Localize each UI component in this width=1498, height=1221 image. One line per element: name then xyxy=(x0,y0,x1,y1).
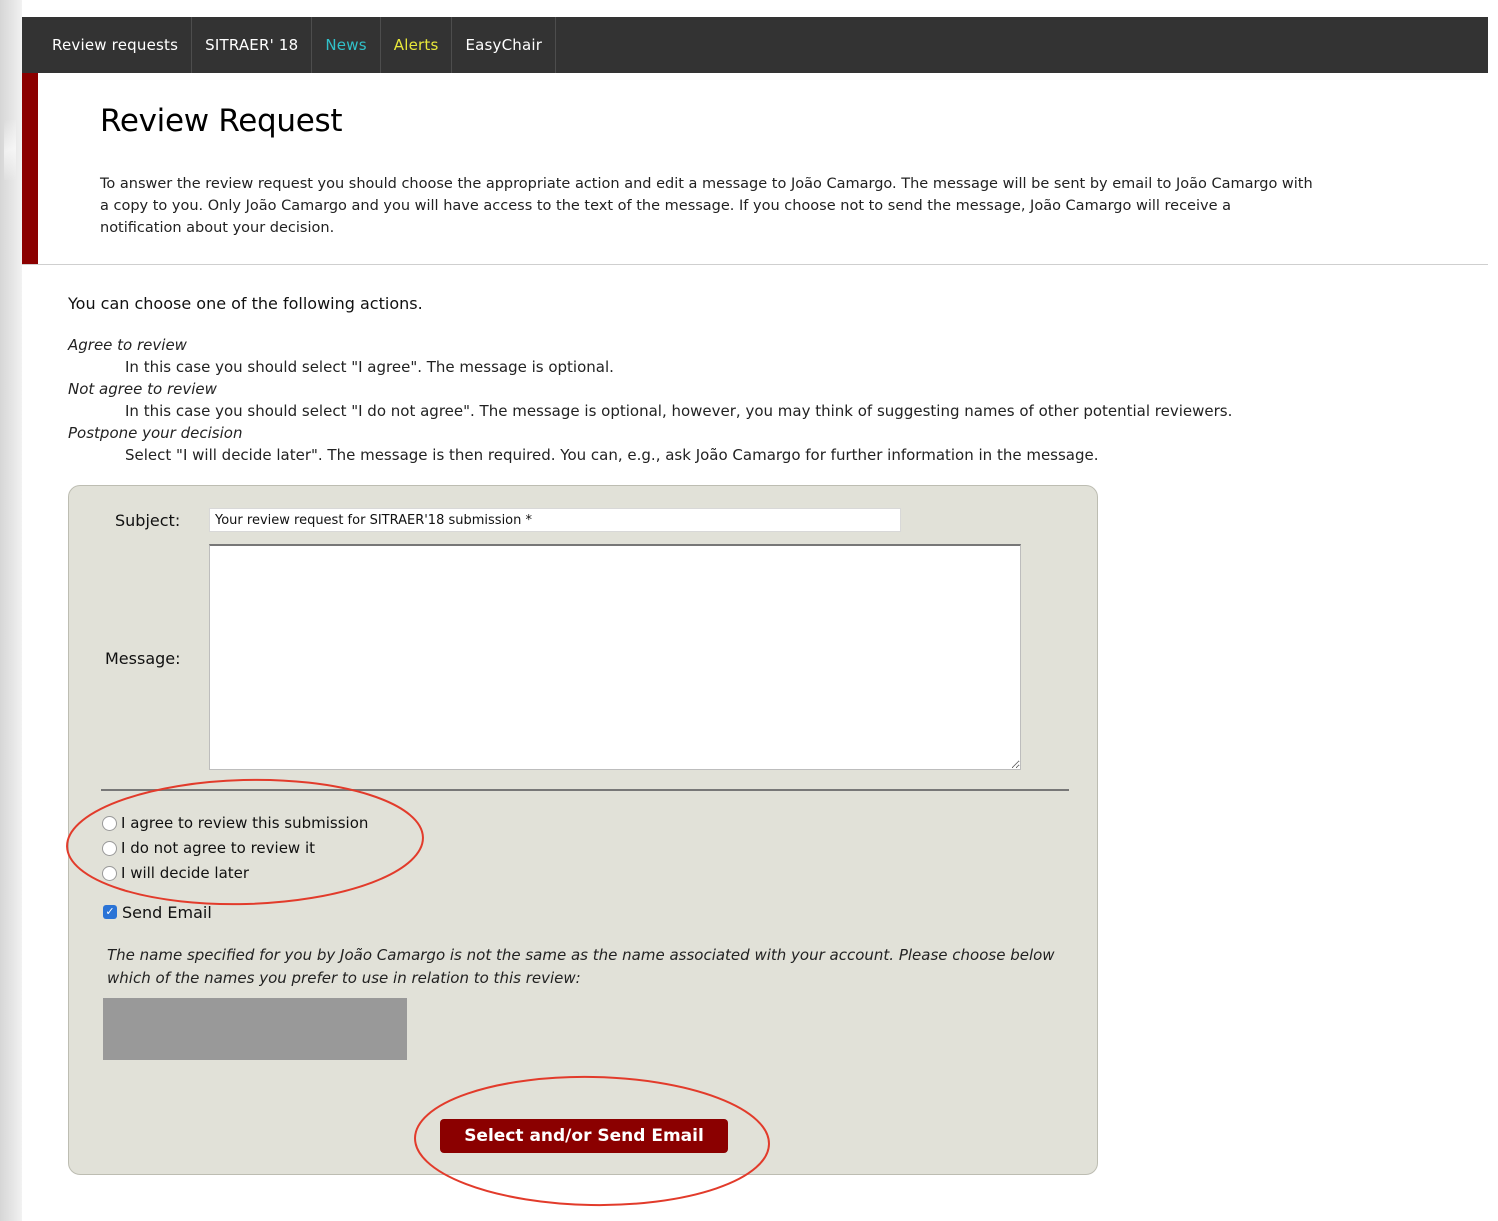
radio-decide-later-row[interactable]: I will decide later xyxy=(102,862,249,884)
send-email-checkbox[interactable]: ✓ xyxy=(103,905,117,919)
action-term-not-agree: Not agree to review xyxy=(68,380,217,398)
action-desc-not-agree: In this case you should select "I do not… xyxy=(125,402,1233,420)
radio-not-agree[interactable] xyxy=(102,840,117,856)
radio-agree-row[interactable]: I agree to review this submission xyxy=(102,812,368,834)
radio-not-agree-label: I do not agree to review it xyxy=(121,839,316,857)
nav-news[interactable]: News xyxy=(312,17,381,73)
review-response-form: Subject: Message: I agree to review this… xyxy=(68,485,1098,1175)
send-email-row[interactable]: ✓ Send Email xyxy=(103,901,212,923)
message-label: Message: xyxy=(105,649,181,668)
name-choice-note: The name specified for you by João Camar… xyxy=(107,946,1055,987)
message-textarea[interactable] xyxy=(209,544,1021,770)
intro-text: To answer the review request you should … xyxy=(100,176,1313,236)
page-title: Review Request xyxy=(100,103,343,139)
nav-easychair[interactable]: EasyChair xyxy=(452,17,557,73)
radio-agree-label: I agree to review this submission xyxy=(121,814,369,832)
accent-bar xyxy=(22,73,38,264)
radio-not-agree-row[interactable]: I do not agree to review it xyxy=(102,837,315,859)
form-divider xyxy=(101,789,1069,791)
nav-review-requests[interactable]: Review requests xyxy=(22,17,193,73)
nav-alerts[interactable]: Alerts xyxy=(381,17,453,73)
action-term-postpone: Postpone your decision xyxy=(68,424,243,442)
radio-decide-later[interactable] xyxy=(102,865,117,881)
action-desc-agree: In this case you should select "I agree"… xyxy=(125,358,614,376)
nav-sitraer[interactable]: SITRAER' 18 xyxy=(192,17,313,73)
select-send-email-button[interactable]: Select and/or Send Email xyxy=(440,1119,728,1153)
action-term-agree: Agree to review xyxy=(68,336,187,354)
send-email-label: Send Email xyxy=(122,902,212,922)
page-header: Review Request To answer the review requ… xyxy=(22,73,1488,265)
window-edge xyxy=(0,0,22,1221)
actions-list: Agree to review In this case you should … xyxy=(68,334,1488,466)
radio-agree[interactable] xyxy=(102,815,117,831)
subject-label: Subject: xyxy=(115,511,181,530)
name-choice-select[interactable] xyxy=(103,998,407,1060)
top-margin xyxy=(22,0,1498,17)
actions-intro: You can choose one of the following acti… xyxy=(68,294,423,313)
subject-input[interactable] xyxy=(209,508,901,532)
radio-decide-later-label: I will decide later xyxy=(121,864,250,882)
top-navigation: Review requests SITRAER' 18 News Alerts … xyxy=(22,17,1488,73)
action-desc-postpone: Select "I will decide later". The messag… xyxy=(125,446,1099,464)
